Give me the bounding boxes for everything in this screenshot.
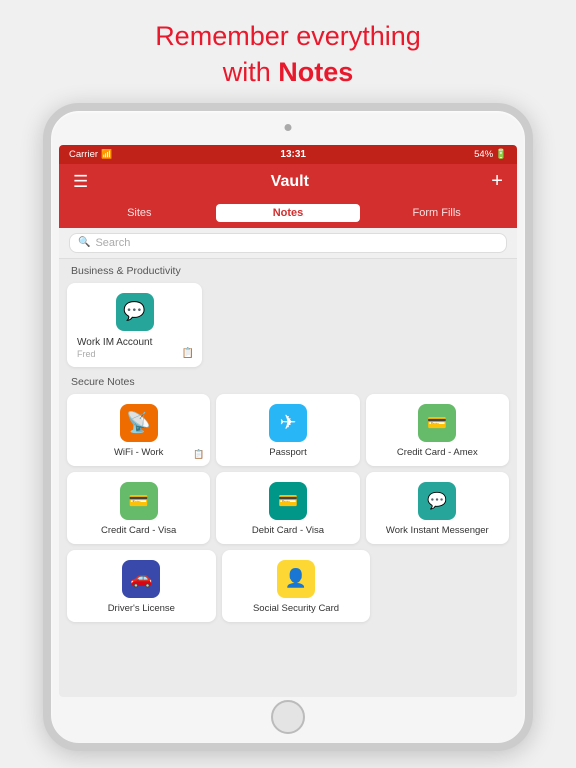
work-im-sublabel: Fred [77, 349, 96, 359]
nav-title: Vault [271, 173, 309, 191]
status-bar: Carrier 📶 13:31 54% 🔋 [59, 145, 517, 164]
social-security-icon: 👤 [277, 560, 315, 598]
battery-icon: 🔋 [495, 149, 507, 160]
tab-notes[interactable]: Notes [216, 204, 361, 222]
debit-visa-icon: 💳 [269, 482, 307, 520]
card-debit-visa[interactable]: 💳 Debit Card - Visa [216, 472, 359, 544]
passport-label: Passport [224, 447, 351, 458]
ipad-camera [285, 124, 292, 131]
passport-icon: ✈ [269, 404, 307, 442]
card-work-messenger[interactable]: 💬 Work Instant Messenger [366, 472, 509, 544]
section-title-business: Business & Productivity [59, 259, 517, 280]
wifi-note-icon: 📋 [193, 449, 204, 460]
nav-menu-icon[interactable]: ☰ [73, 172, 88, 192]
app-header: Remember everything with Notes [135, 0, 441, 103]
status-battery: 54% 🔋 [474, 149, 507, 160]
debit-visa-label: Debit Card - Visa [224, 525, 351, 536]
credit-visa-icon: 💳 [120, 482, 158, 520]
card-social-security[interactable]: 👤 Social Security Card [222, 550, 371, 622]
ipad-frame: Carrier 📶 13:31 54% 🔋 ☰ Vault + Sites No… [43, 103, 533, 751]
tab-bar: Sites Notes Form Fills [59, 200, 517, 228]
search-input-wrapper[interactable]: 🔍 Search [69, 233, 507, 253]
drivers-label: Driver's License [75, 603, 208, 614]
credit-amex-label: Credit Card - Amex [374, 447, 501, 458]
header-bold: Notes [278, 57, 353, 87]
screen: Carrier 📶 13:31 54% 🔋 ☰ Vault + Sites No… [59, 145, 517, 697]
status-time: 13:31 [280, 149, 306, 160]
ipad-home-button [271, 700, 305, 734]
tab-form-fills[interactable]: Form Fills [364, 204, 509, 222]
card-work-im[interactable]: 💬 Work IM Account Fred 📋 [67, 283, 202, 367]
search-icon: 🔍 [78, 237, 90, 248]
wifi-icon: 📡 [120, 404, 158, 442]
card-credit-amex[interactable]: 💳 Credit Card - Amex [366, 394, 509, 466]
section-title-secure: Secure Notes [59, 372, 517, 391]
search-bar: 🔍 Search [59, 228, 517, 259]
tab-sites[interactable]: Sites [67, 204, 212, 222]
content: Business & Productivity 💬 Work IM Accoun… [59, 259, 517, 697]
card-passport[interactable]: ✈ Passport [216, 394, 359, 466]
wifi-label: WiFi - Work [75, 447, 202, 458]
credit-visa-label: Credit Card - Visa [75, 525, 202, 536]
nav-add-icon[interactable]: + [491, 170, 503, 193]
credit-amex-icon: 💳 [418, 404, 456, 442]
drivers-icon: 🚗 [122, 560, 160, 598]
section-business: Business & Productivity 💬 Work IM Accoun… [59, 259, 517, 372]
search-placeholder: Search [95, 237, 130, 249]
card-credit-visa[interactable]: 💳 Credit Card - Visa [67, 472, 210, 544]
status-carrier: Carrier 📶 [69, 149, 112, 160]
work-messenger-label: Work Instant Messenger [374, 525, 501, 536]
work-im-icon: 💬 [116, 293, 154, 331]
section-secure-notes: Secure Notes 📡 WiFi - Work 📋 [59, 372, 517, 626]
card-drivers-license[interactable]: 🚗 Driver's License [67, 550, 216, 622]
header-line1: Remember everything [155, 21, 421, 51]
card-wifi-work[interactable]: 📡 WiFi - Work 📋 [67, 394, 210, 466]
nav-bar: ☰ Vault + [59, 164, 517, 200]
work-im-note-icon: 📋 [182, 348, 194, 359]
wifi-status-icon: 📶 [101, 149, 112, 160]
work-messenger-icon: 💬 [418, 482, 456, 520]
card-empty-placeholder [376, 550, 509, 622]
header-line2: with [223, 57, 279, 87]
work-im-label: Work IM Account [77, 337, 192, 348]
social-security-label: Social Security Card [230, 603, 363, 614]
